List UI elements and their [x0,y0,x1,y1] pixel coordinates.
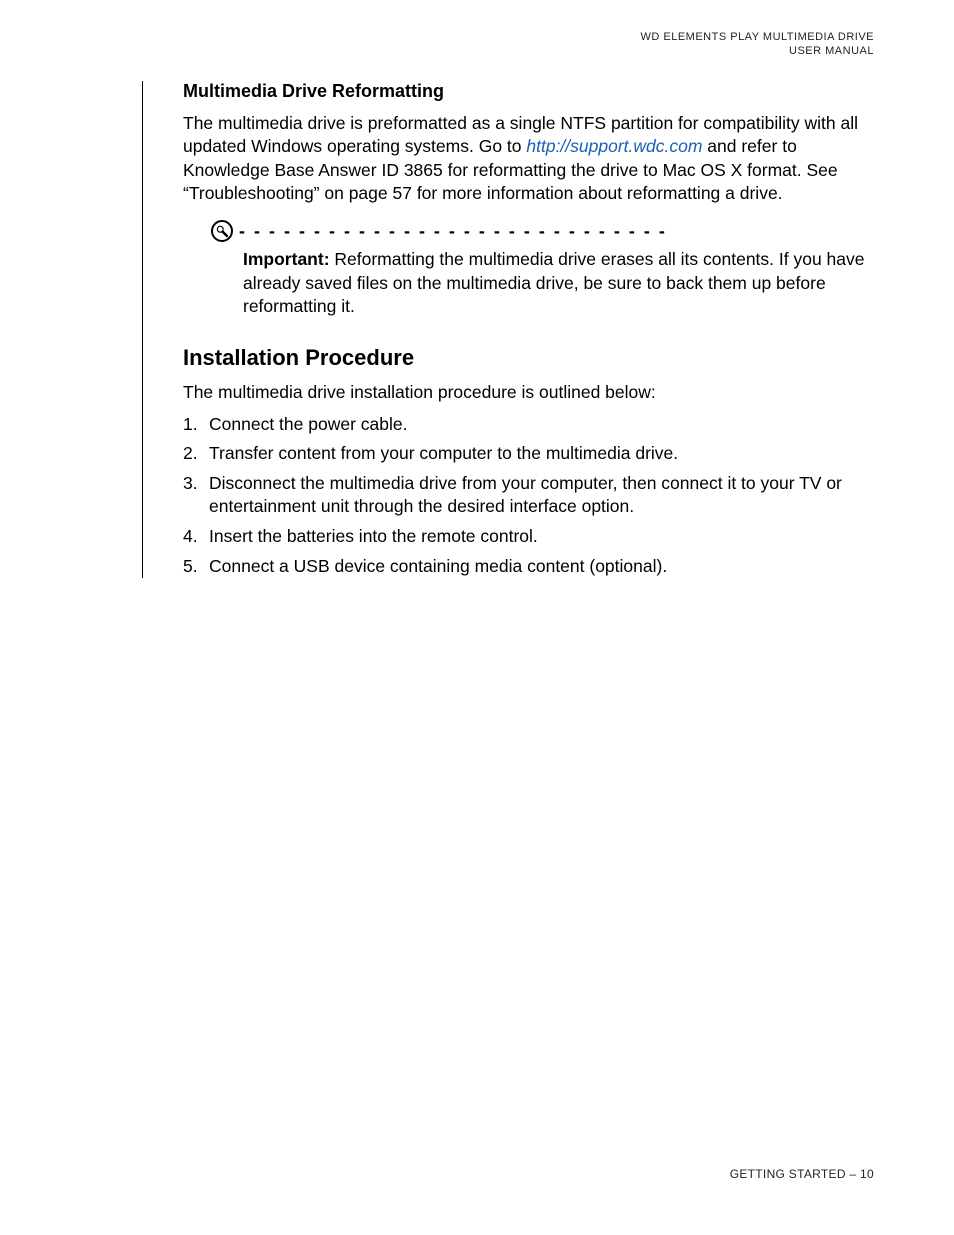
reformat-paragraph: The multimedia drive is preformatted as … [183,112,874,207]
important-label: Important: [243,249,330,269]
important-body: Reformatting the multimedia drive erases… [243,249,865,316]
footer-section: GETTING STARTED [730,1167,846,1181]
list-item: Transfer content from your computer to t… [183,442,874,466]
support-link[interactable]: http://support.wdc.com [526,136,702,156]
running-footer: GETTING STARTED – 10 [730,1167,874,1181]
header-line-2: USER MANUAL [80,44,874,58]
installation-steps: Connect the power cable. Transfer conten… [183,413,874,579]
important-header-row: - - - - - - - - - - - - - - - - - - - - … [211,220,874,242]
list-item: Connect a USB device containing media co… [183,555,874,579]
reformat-subheading: Multimedia Drive Reformatting [183,81,874,102]
important-text: Important: Reformatting the multimedia d… [243,248,874,319]
footer-sep: – [846,1167,860,1181]
installation-intro: The multimedia drive installation proced… [183,381,874,405]
installation-heading: Installation Procedure [183,345,874,371]
list-item: Disconnect the multimedia drive from you… [183,472,874,519]
content-column: Multimedia Drive Reformatting The multim… [142,81,874,579]
list-item: Connect the power cable. [183,413,874,437]
header-line-1: WD ELEMENTS PLAY MULTIMEDIA DRIVE [80,30,874,44]
important-note: - - - - - - - - - - - - - - - - - - - - … [211,220,874,319]
footer-page: 10 [860,1167,874,1181]
running-header: WD ELEMENTS PLAY MULTIMEDIA DRIVE USER M… [80,30,874,59]
list-item: Insert the batteries into the remote con… [183,525,874,549]
dotted-rule: - - - - - - - - - - - - - - - - - - - - … [239,221,669,242]
wrench-icon [211,220,233,242]
